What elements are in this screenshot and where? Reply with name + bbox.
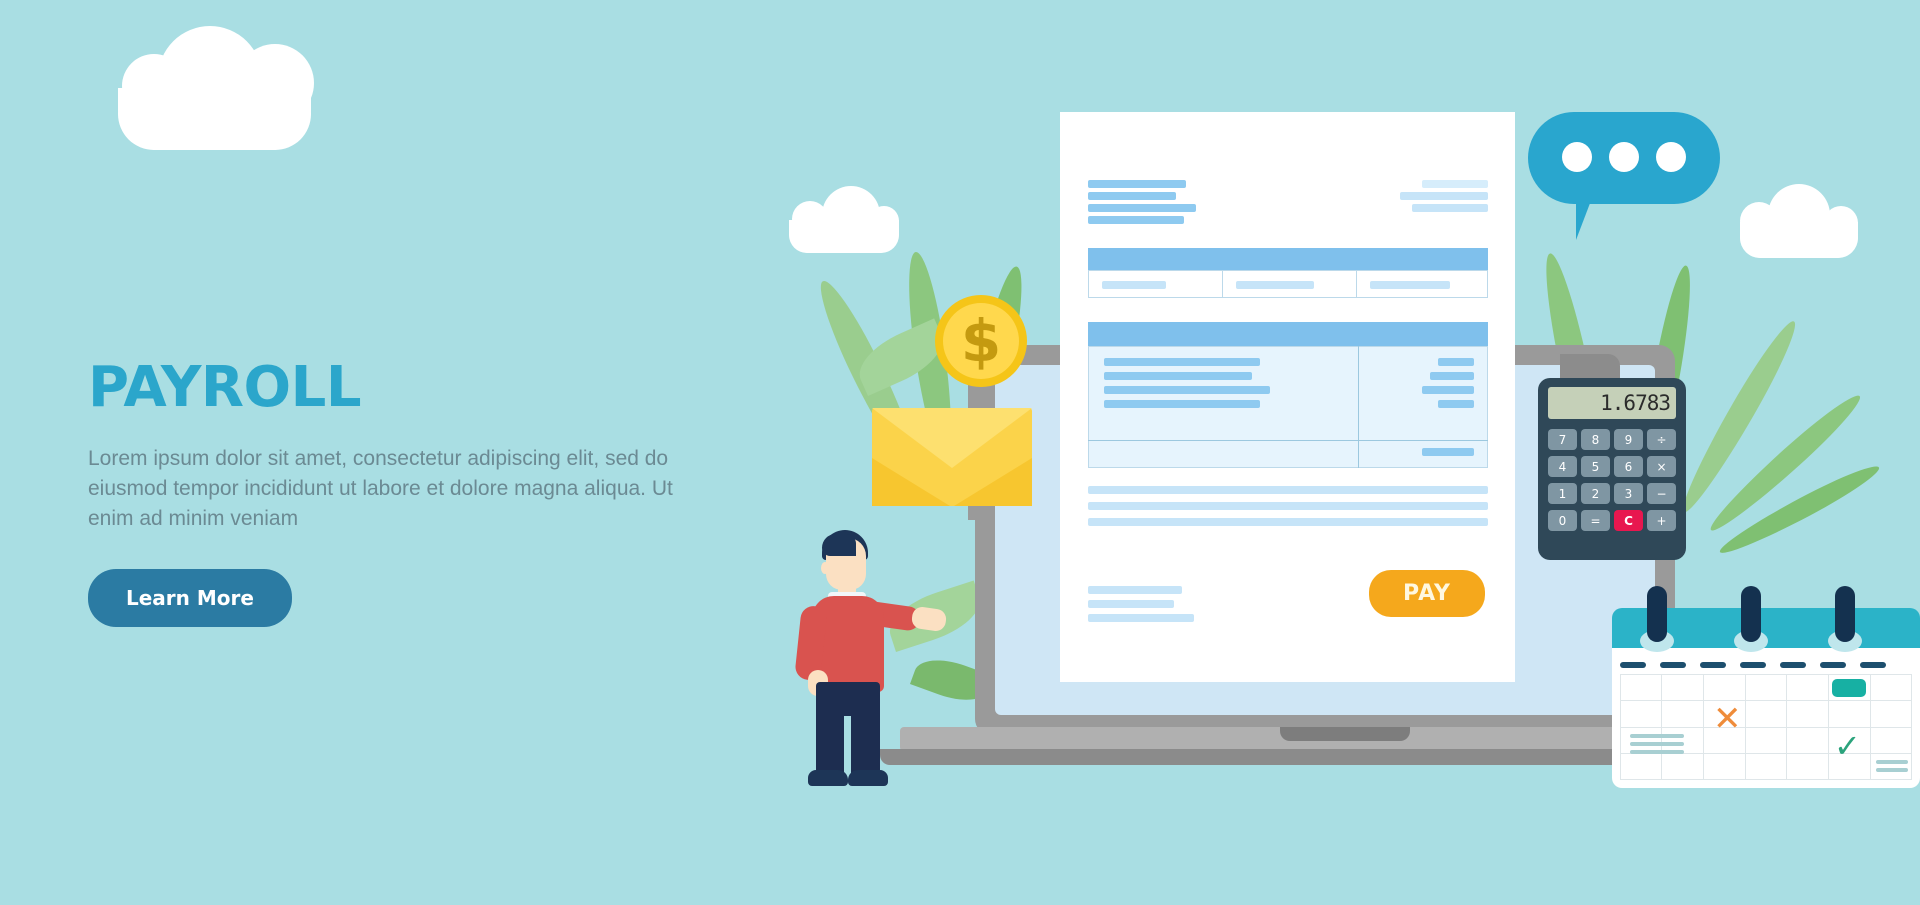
calendar-ring [1835, 586, 1855, 642]
calc-key-plus[interactable]: + [1647, 510, 1676, 531]
chat-dot [1656, 142, 1686, 172]
calc-key-clear[interactable]: C [1614, 510, 1643, 531]
calc-key-0[interactable]: 0 [1548, 510, 1577, 531]
cloud-icon [1740, 184, 1858, 258]
calendar-ring [1741, 586, 1761, 642]
calc-key-3[interactable]: 3 [1614, 483, 1643, 504]
calendar-grid: ✕ ✓ [1620, 674, 1912, 780]
calc-key-7[interactable]: 7 [1548, 429, 1577, 450]
calendar-cross-mark: ✕ [1713, 699, 1742, 739]
calc-key-multiply[interactable]: × [1647, 456, 1676, 477]
calc-key-2[interactable]: 2 [1581, 483, 1610, 504]
calc-key-9[interactable]: 9 [1614, 429, 1643, 450]
calc-key-equals[interactable]: = [1581, 510, 1610, 531]
calculator-display-value: 1.6783 [1600, 391, 1671, 415]
calendar-icon: ✕ ✓ [1612, 586, 1920, 788]
cloud-icon [789, 186, 899, 253]
calc-key-minus[interactable]: − [1647, 483, 1676, 504]
calc-key-1[interactable]: 1 [1548, 483, 1577, 504]
cloud-icon [118, 26, 314, 150]
calculator-display: 1.6783 [1548, 387, 1676, 419]
calendar-highlight-chip [1832, 679, 1866, 697]
calculator-arm [1560, 354, 1620, 380]
calculator-keypad[interactable]: 7 8 9 ÷ 4 5 6 × 1 2 3 − 0 = C + [1548, 429, 1676, 531]
dollar-sign: $ [960, 307, 1002, 375]
hero-paragraph: Lorem ipsum dolor sit amet, consectetur … [88, 447, 673, 530]
hero-copy-block: PAYROLL Lorem ipsum dolor sit amet, cons… [88, 355, 738, 628]
pay-button[interactable]: PAY [1369, 570, 1485, 617]
page-title: PAYROLL [88, 355, 362, 420]
calc-key-divide[interactable]: ÷ [1647, 429, 1676, 450]
illustration-stage: PAYROLL Lorem ipsum dolor sit amet, cons… [0, 0, 1920, 905]
calc-key-4[interactable]: 4 [1548, 456, 1577, 477]
learn-more-button[interactable]: Learn More [88, 569, 292, 628]
calc-key-5[interactable]: 5 [1581, 456, 1610, 477]
dollar-coin-icon: $ [935, 295, 1027, 387]
person-illustration [790, 530, 948, 790]
calc-key-6[interactable]: 6 [1614, 456, 1643, 477]
calculator-icon: 1.6783 7 8 9 ÷ 4 5 6 × 1 2 3 − 0 = C + [1538, 378, 1686, 560]
calendar-check-mark: ✓ [1834, 727, 1861, 765]
calc-key-8[interactable]: 8 [1581, 429, 1610, 450]
invoice-document: PAY [1060, 112, 1515, 682]
envelope-icon [872, 408, 1032, 506]
calendar-ring [1647, 586, 1667, 642]
chat-bubble-icon [1528, 112, 1720, 240]
chat-dot [1609, 142, 1639, 172]
chat-dot [1562, 142, 1592, 172]
